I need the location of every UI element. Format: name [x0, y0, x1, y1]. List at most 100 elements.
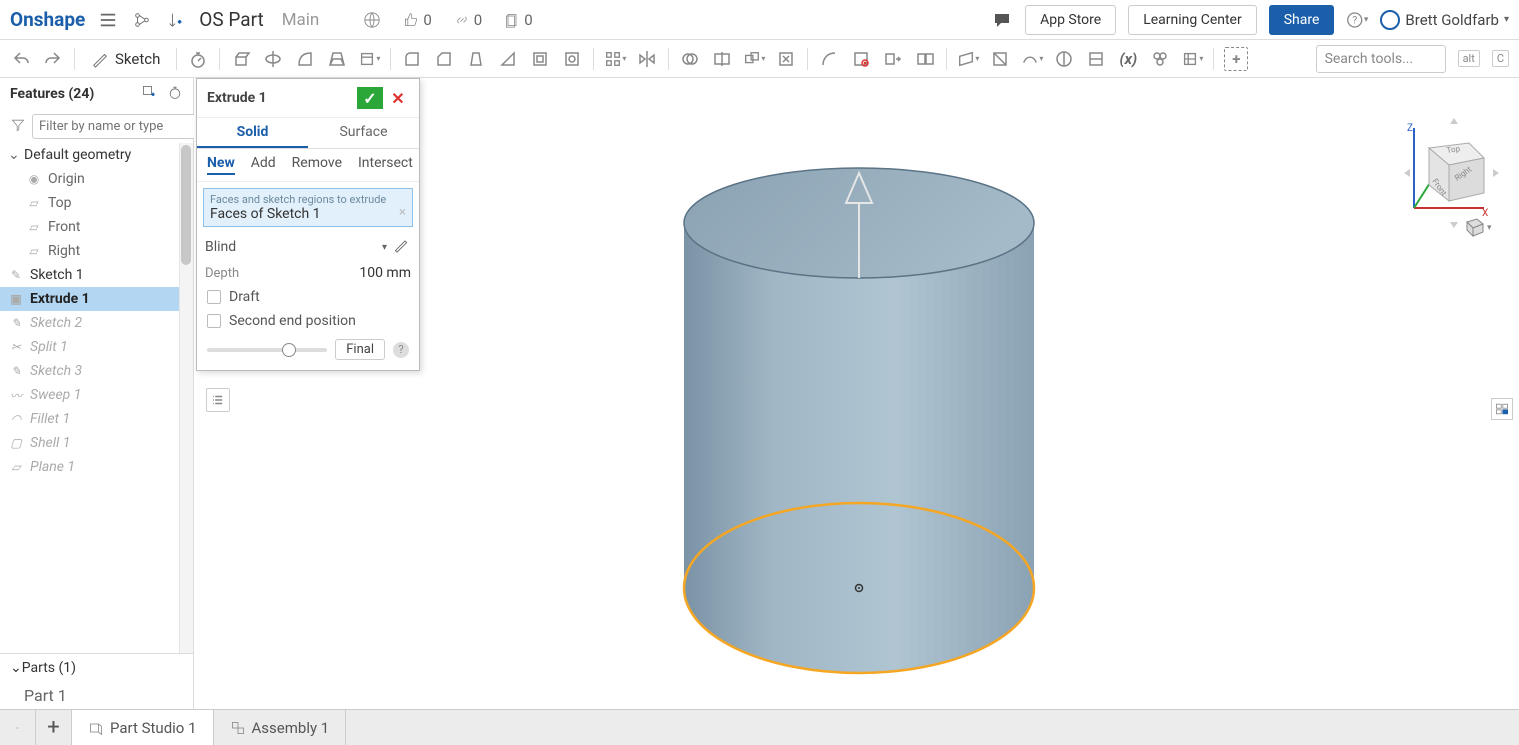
parts-header[interactable]: ⌄Parts (1): [0, 653, 193, 682]
end-type-dropdown[interactable]: Blind: [205, 239, 387, 255]
insert-icon[interactable]: [165, 9, 187, 31]
selection-list-icon[interactable]: [206, 388, 230, 412]
chamfer-icon[interactable]: [433, 48, 455, 70]
delete-face-icon[interactable]: [850, 48, 872, 70]
rib-icon[interactable]: [497, 48, 519, 70]
draft-checkbox[interactable]: Draft: [197, 285, 419, 309]
variable-icon[interactable]: (x): [1117, 48, 1139, 70]
second-end-checkbox[interactable]: Second end position: [197, 309, 419, 333]
bottom-tab-bar: + Part Studio 1 Assembly 1: [0, 709, 1519, 745]
feature-item[interactable]: 〰Sweep 1: [0, 383, 193, 407]
app-logo[interactable]: Onshape: [10, 8, 85, 31]
replace-face-icon[interactable]: [914, 48, 936, 70]
links-stat[interactable]: 0: [454, 11, 482, 29]
feature-item[interactable]: ✎Sketch 3: [0, 359, 193, 383]
doc-workspace[interactable]: Main: [282, 10, 320, 30]
revolve-icon[interactable]: [262, 48, 284, 70]
tab-surface[interactable]: Surface: [308, 118, 419, 148]
svg-text:Top: Top: [1446, 144, 1461, 155]
likes-stat[interactable]: 0: [403, 11, 431, 29]
origin-item[interactable]: ◉Origin: [0, 167, 193, 191]
rollback-icon[interactable]: [167, 84, 183, 104]
feature-item[interactable]: ▱Plane 1: [0, 455, 193, 479]
clear-selection-icon[interactable]: ×: [399, 205, 406, 220]
tab-manager-icon[interactable]: [0, 710, 36, 745]
op-intersect[interactable]: Intersect: [358, 155, 413, 175]
mirror-icon[interactable]: [636, 48, 658, 70]
share-button[interactable]: Share: [1269, 5, 1335, 35]
default-geometry-folder[interactable]: ⌄Default geometry: [0, 143, 193, 167]
op-new[interactable]: New: [207, 155, 235, 175]
curve-icon[interactable]: ▾: [1021, 48, 1043, 70]
sheet-metal-icon[interactable]: [1085, 48, 1107, 70]
fillet-icon[interactable]: [401, 48, 423, 70]
final-button[interactable]: Final: [335, 339, 385, 360]
op-add[interactable]: Add: [251, 155, 276, 175]
sweep-icon[interactable]: [294, 48, 316, 70]
depth-field[interactable]: Depth 100 mm: [197, 261, 419, 285]
copies-stat[interactable]: 0: [504, 11, 532, 29]
hole-icon[interactable]: [561, 48, 583, 70]
confirm-button[interactable]: ✓: [357, 87, 383, 109]
part-item[interactable]: Part 1: [0, 682, 193, 709]
feature-item[interactable]: ✎Sketch 2: [0, 311, 193, 335]
feature-item-selected[interactable]: ▣Extrude 1: [0, 287, 193, 311]
move-face-icon[interactable]: [882, 48, 904, 70]
version-graph-icon[interactable]: [131, 9, 153, 31]
tab-solid[interactable]: Solid: [197, 118, 308, 148]
sketch-button[interactable]: Sketch: [85, 50, 166, 68]
pattern-icon[interactable]: ▾: [604, 48, 626, 70]
tab-part-studio[interactable]: Part Studio 1: [72, 710, 214, 745]
delete-part-icon[interactable]: [775, 48, 797, 70]
op-remove[interactable]: Remove: [292, 155, 342, 175]
help-icon[interactable]: ? ▾: [1346, 9, 1368, 31]
split-icon[interactable]: [711, 48, 733, 70]
helix-icon[interactable]: [989, 48, 1011, 70]
config-panel-icon[interactable]: [1491, 398, 1513, 420]
thicken-icon[interactable]: ▾: [358, 48, 380, 70]
feature-item[interactable]: ◠Fillet 1: [0, 407, 193, 431]
transform-icon[interactable]: ▾: [743, 48, 765, 70]
feature-item[interactable]: ▢Shell 1: [0, 431, 193, 455]
tab-assembly[interactable]: Assembly 1: [214, 710, 347, 745]
doc-title[interactable]: OS Part: [199, 8, 263, 31]
shell-icon[interactable]: [529, 48, 551, 70]
plane-icon[interactable]: ▾: [957, 48, 979, 70]
menu-icon[interactable]: [97, 9, 119, 31]
add-feature-icon[interactable]: [141, 84, 157, 104]
plane-front[interactable]: ▱Front: [0, 215, 193, 239]
view-cube[interactable]: Z X Top Front Right: [1389, 98, 1499, 238]
search-tools-input[interactable]: Search tools...: [1316, 45, 1446, 73]
filter-icon[interactable]: [10, 117, 26, 137]
import-icon[interactable]: [1149, 48, 1171, 70]
section-icon[interactable]: [1053, 48, 1075, 70]
user-menu[interactable]: Brett Goldfarb ▾: [1380, 10, 1509, 30]
dialog-help-icon[interactable]: ?: [393, 342, 409, 358]
comments-icon[interactable]: [991, 9, 1013, 31]
modify-fillet-icon[interactable]: [818, 48, 840, 70]
direction-icon[interactable]: [393, 237, 411, 257]
extrude-icon[interactable]: [230, 48, 252, 70]
public-icon[interactable]: [363, 11, 381, 29]
derived-icon[interactable]: ▾: [1181, 48, 1203, 70]
plane-right[interactable]: ▱Right: [0, 239, 193, 263]
feature-item[interactable]: ✎Sketch 1: [0, 263, 193, 287]
feature-toolbar: Sketch ▾ ▾ ▾ ▾ ▾ (x) ▾ + Search tools...…: [0, 40, 1519, 78]
add-tab-icon[interactable]: +: [36, 710, 72, 745]
boolean-icon[interactable]: [679, 48, 701, 70]
cancel-button[interactable]: ✕: [387, 87, 409, 109]
feature-item[interactable]: ✂Split 1: [0, 335, 193, 359]
scrollbar[interactable]: [179, 143, 193, 653]
filter-input[interactable]: [32, 114, 212, 139]
stopwatch-icon[interactable]: [187, 48, 209, 70]
draft-icon[interactable]: [465, 48, 487, 70]
loft-icon[interactable]: [326, 48, 348, 70]
learning-center-button[interactable]: Learning Center: [1128, 5, 1257, 35]
selection-field[interactable]: Faces and sketch regions to extrude Face…: [203, 188, 413, 227]
redo-icon[interactable]: [42, 48, 64, 70]
app-store-button[interactable]: App Store: [1025, 5, 1116, 35]
custom-feature-icon[interactable]: +: [1224, 47, 1248, 71]
undo-icon[interactable]: [10, 48, 32, 70]
opacity-slider[interactable]: [207, 348, 327, 352]
plane-top[interactable]: ▱Top: [0, 191, 193, 215]
